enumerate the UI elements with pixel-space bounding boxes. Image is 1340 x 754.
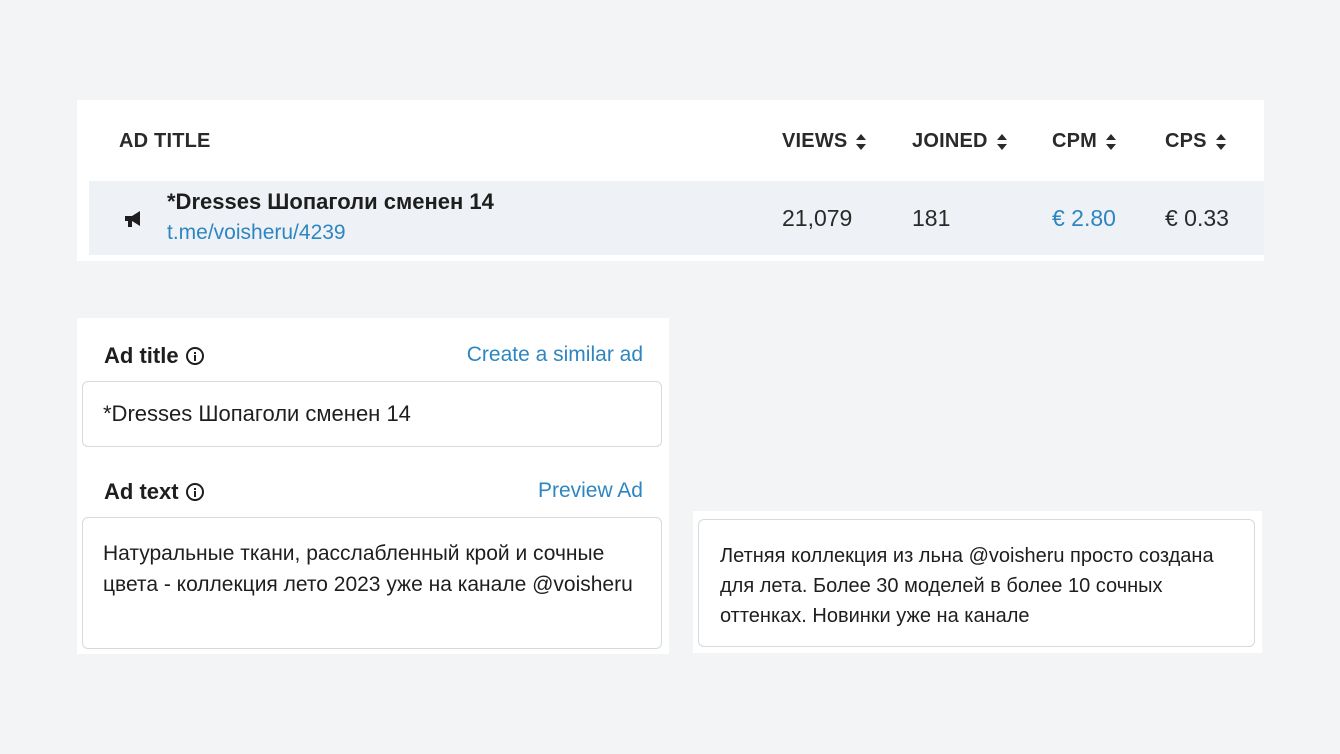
megaphone-icon xyxy=(125,211,140,227)
ad-title-input[interactable] xyxy=(82,381,662,447)
alt-ad-text-box[interactable]: Летняя коллекция из льна @voisheru прост… xyxy=(698,519,1255,647)
sort-icon[interactable] xyxy=(1215,133,1227,151)
info-icon[interactable] xyxy=(185,347,204,365)
alt-ad-text-panel: Летняя коллекция из льна @voisheru прост… xyxy=(693,511,1262,653)
column-header-cpm[interactable]: CPM xyxy=(1052,130,1117,153)
ad-text-input[interactable]: Натуральные ткани, расслабленный крой и … xyxy=(82,517,662,649)
sort-icon[interactable] xyxy=(855,133,867,151)
column-header-cps[interactable]: CPS xyxy=(1165,130,1227,153)
info-icon[interactable] xyxy=(185,483,204,501)
table-row[interactable]: *Dresses Шопаголи сменен 14 t.me/voisher… xyxy=(89,181,1264,255)
ad-title-label: Ad title xyxy=(104,343,204,369)
cpm-value[interactable]: € 2.80 xyxy=(1052,205,1116,232)
column-header-joined[interactable]: JOINED xyxy=(912,130,1008,153)
column-header-ad-title: AD TITLE xyxy=(119,130,211,152)
ad-title-text: *Dresses Шопаголи сменен 14 xyxy=(167,189,494,214)
table-header: AD TITLE VIEWS JOINED CPM CPS xyxy=(77,100,1264,180)
ad-edit-form: Ad title Create a similar ad Ad text Pre… xyxy=(77,318,669,654)
create-similar-ad-link[interactable]: Create a similar ad xyxy=(467,343,643,367)
ad-text-label: Ad text xyxy=(104,479,204,505)
ad-post-link[interactable]: t.me/voisheru/4239 xyxy=(167,221,346,245)
sort-icon[interactable] xyxy=(1105,133,1117,151)
views-value: 21,079 xyxy=(782,205,853,231)
ads-stats-table: AD TITLE VIEWS JOINED CPM CPS *Dresses Ш… xyxy=(77,100,1264,261)
preview-ad-link[interactable]: Preview Ad xyxy=(538,479,643,503)
joined-value: 181 xyxy=(912,205,951,231)
column-header-views[interactable]: VIEWS xyxy=(782,130,867,153)
sort-icon[interactable] xyxy=(996,133,1008,151)
cps-value: € 0.33 xyxy=(1165,205,1229,231)
